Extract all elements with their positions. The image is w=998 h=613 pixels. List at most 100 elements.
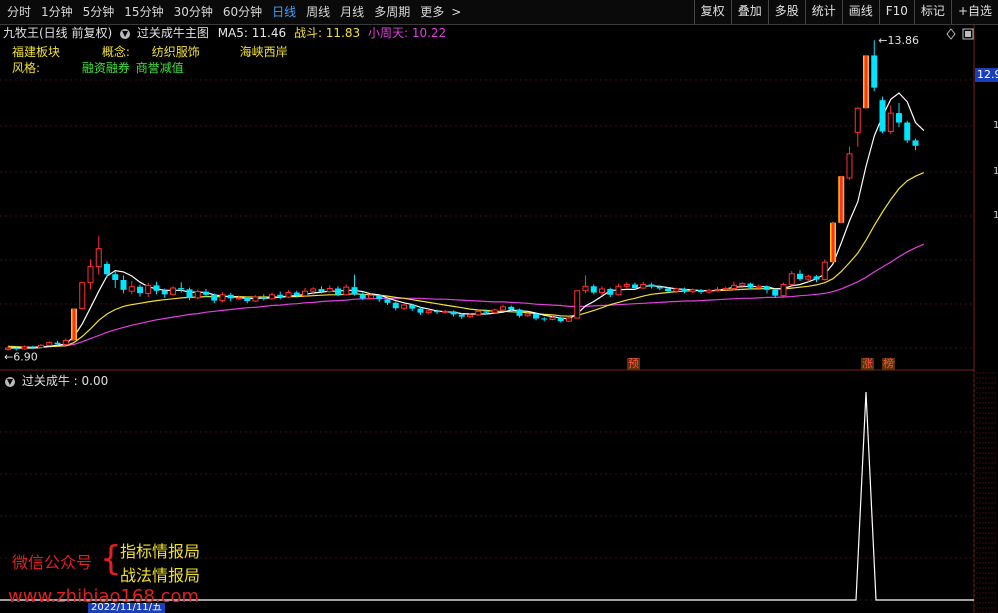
candle-body-50 <box>417 308 424 313</box>
candle-body-31 <box>260 297 267 299</box>
candle-body-109 <box>904 122 911 141</box>
candle-body-49 <box>409 305 416 309</box>
candle-110 <box>912 138 919 151</box>
watermark-line-2: 战法情报局 <box>120 566 201 585</box>
candle-body-27 <box>227 294 234 299</box>
candle-body-33 <box>277 294 284 297</box>
marker-zhang[interactable]: 涨 <box>861 358 874 370</box>
candle-17 <box>145 282 152 297</box>
candle-body-0 <box>5 347 11 350</box>
candle-65 <box>541 317 548 322</box>
candle-body-73 <box>607 288 614 295</box>
candle-body-87 <box>722 288 729 290</box>
candle-body-58 <box>483 311 490 313</box>
candle-body-22 <box>186 289 193 298</box>
candle-102 <box>846 146 853 180</box>
candle-body-25 <box>211 294 218 301</box>
candle-body-56 <box>467 314 473 318</box>
candle-62 <box>516 308 523 318</box>
candle-body-3 <box>29 346 36 348</box>
marker-bang[interactable]: 榜 <box>882 358 895 370</box>
candle-body-72 <box>599 288 605 294</box>
candle-body-7 <box>62 339 69 345</box>
candle-body-53 <box>442 310 449 313</box>
candle-95 <box>788 271 795 286</box>
candle-body-47 <box>392 302 399 309</box>
candle-body-43 <box>359 294 366 299</box>
candle-body-94 <box>780 283 787 297</box>
candle-body-65 <box>541 318 548 320</box>
candle-body-91 <box>755 285 762 289</box>
candle-body-19 <box>161 290 168 295</box>
marker-yu[interactable]: 预 <box>627 358 640 370</box>
candle-body-20 <box>170 287 176 295</box>
candle-25 <box>211 293 218 304</box>
candle-body-37 <box>310 288 317 292</box>
candle-body-110 <box>912 140 919 146</box>
candle-70 <box>582 275 589 294</box>
candle-16 <box>137 284 143 297</box>
candle-body-103 <box>854 107 861 133</box>
candle-body-inner-104 <box>864 55 868 109</box>
candle-body-79 <box>656 286 663 289</box>
candle-53 <box>442 309 449 314</box>
candle-9 <box>79 281 86 310</box>
candle-2 <box>21 345 28 350</box>
candle-30 <box>252 295 259 302</box>
candle-42 <box>351 274 358 296</box>
candle-54 <box>450 310 457 317</box>
candle-body-11 <box>95 248 102 268</box>
ma5-polyline <box>8 92 925 349</box>
candle-body-42 <box>351 287 358 295</box>
ma5-line <box>8 92 925 349</box>
high-price-label: ←13.86 <box>878 34 919 47</box>
candle-77 <box>640 281 647 289</box>
candle-body-21 <box>178 288 185 290</box>
candle-105 <box>871 40 878 92</box>
candle-31 <box>260 294 267 301</box>
candle-body-55 <box>458 314 465 317</box>
candle-75 <box>623 282 630 289</box>
lower-indicator-title[interactable]: 过关成牛 : 0.00 <box>22 374 108 388</box>
candle-59 <box>491 308 498 314</box>
candle-body-67 <box>557 317 564 322</box>
candle-body-29 <box>244 297 251 302</box>
candle-body-inner-8 <box>72 308 76 341</box>
chart-canvas[interactable]: ←13.86 ←6.90 <box>0 0 998 613</box>
candle-body-54 <box>450 311 457 315</box>
candle-92 <box>764 285 770 294</box>
candle-body-105 <box>871 55 878 88</box>
candle-36 <box>302 288 308 297</box>
candle-82 <box>681 287 688 294</box>
candle-body-62 <box>516 309 523 316</box>
candle-74 <box>615 283 622 296</box>
candle-body-48 <box>401 304 407 309</box>
candle-body-46 <box>384 299 391 303</box>
candle-23 <box>194 289 201 300</box>
axis-tick-1: 1 <box>993 120 998 131</box>
candle-27 <box>227 292 234 302</box>
candle-85 <box>706 288 713 294</box>
candle-body-82 <box>681 288 688 292</box>
candle-10 <box>87 259 94 289</box>
lower-dropdown-icon[interactable]: ▼ <box>5 376 15 387</box>
candle-body-15 <box>128 286 135 292</box>
last-price-tag: 12.9 <box>975 68 998 82</box>
candle-body-18 <box>153 285 160 291</box>
candle-body-34 <box>285 292 292 298</box>
axis-tick-3: 1 <box>993 210 998 221</box>
candle-41 <box>343 284 350 296</box>
candle-body-89 <box>739 283 746 286</box>
candle-108 <box>896 102 902 127</box>
candle-90 <box>747 282 754 289</box>
candle-106 <box>879 96 886 134</box>
lower-panel-header: ▼ 过关成牛 : 0.00 <box>5 373 108 389</box>
candle-64 <box>533 313 539 321</box>
candle-body-63 <box>524 313 531 317</box>
candle-body-41 <box>343 286 350 296</box>
candle-60 <box>500 304 506 312</box>
candle-body-92 <box>764 286 770 290</box>
candle-4 <box>38 343 44 349</box>
candle-body-99 <box>821 261 828 281</box>
candle-32 <box>269 292 275 300</box>
